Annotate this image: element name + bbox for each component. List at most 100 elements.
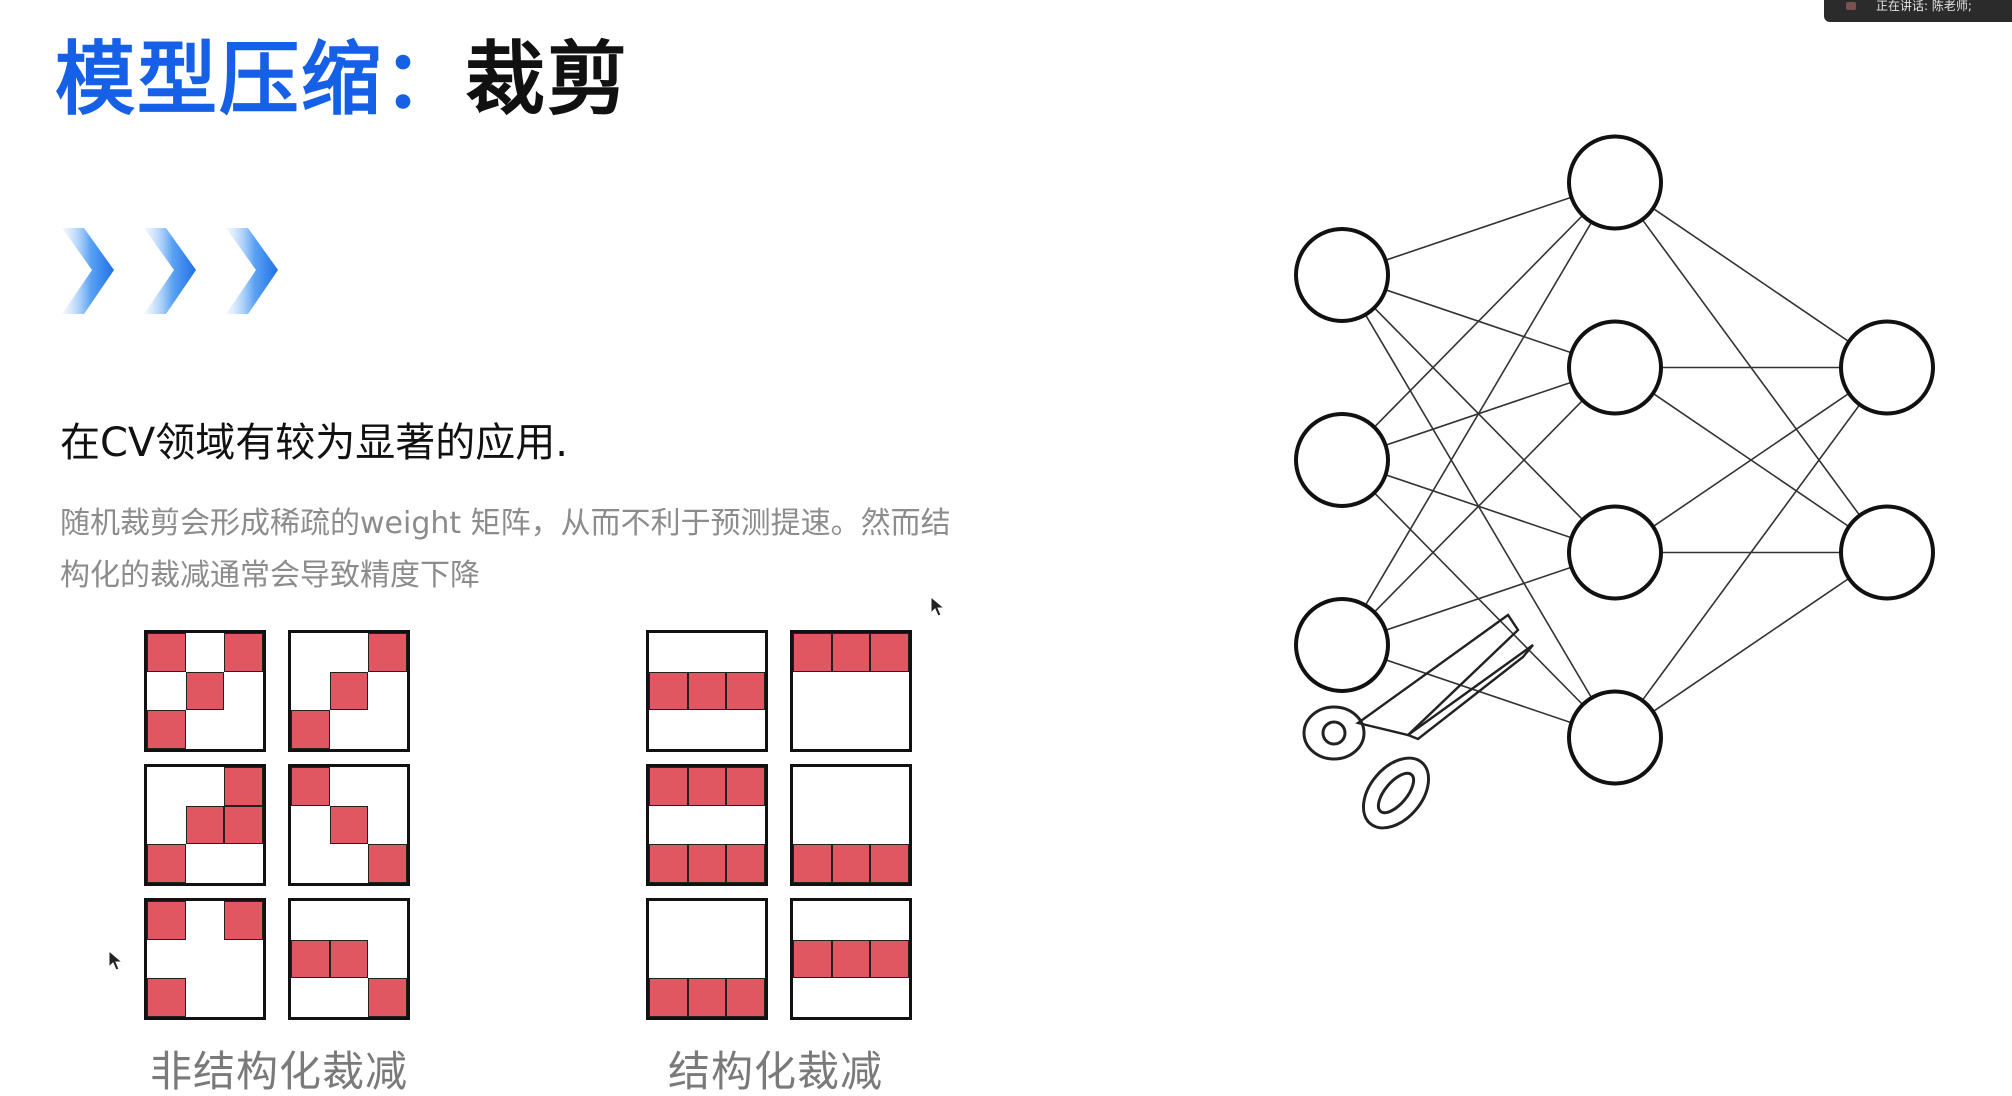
kept-weight-cell [185,978,225,1017]
kept-weight-cell [831,978,871,1017]
kept-weight-cell [726,633,765,672]
structured-weight-matrix [790,630,912,752]
network-connection [1614,181,1888,369]
kept-weight-cell [870,767,909,806]
pruned-weight-cell [649,844,688,883]
kept-weight-cell [329,978,369,1017]
kept-weight-cell [726,901,765,940]
kept-weight-cell [726,710,765,749]
kept-weight-cell [870,901,909,940]
title-separator: ： [383,33,465,126]
pruned-weight-cell [870,939,909,979]
kept-weight-cell [687,805,727,845]
kept-weight-cell [185,767,225,806]
pruned-weight-cell [224,767,263,806]
pruned-weight-cell [329,939,369,979]
kept-weight-cell [291,805,330,845]
pruned-weight-cell [726,767,765,806]
pruned-weight-cell [726,844,765,883]
pruned-weight-cell [687,671,727,711]
network-neuron-node [1567,134,1663,231]
kept-weight-cell [291,844,330,883]
kept-weight-cell [368,767,407,806]
network-connection [1341,366,1616,646]
network-neuron-node [1294,597,1390,693]
pruned-weight-cell [726,671,765,711]
kept-weight-cell [687,901,727,940]
structured-weight-matrix [646,630,768,752]
kept-weight-cell [793,710,832,749]
kept-weight-cell [726,805,765,845]
structured-pruning-grid [646,630,912,1020]
kept-weight-cell [329,901,369,940]
pruned-weight-cell [649,767,688,806]
kept-weight-cell [291,671,330,711]
kept-weight-cell [831,767,871,806]
pruned-weight-cell [368,633,407,672]
pruned-weight-cell [793,844,832,883]
pruned-weight-cell [368,844,407,883]
pruned-weight-cell [224,901,263,940]
kept-weight-cell [224,939,263,979]
kept-weight-cell [224,671,263,711]
network-connection [1341,181,1616,461]
pruned-weight-cell [687,978,727,1017]
kept-weight-cell [224,710,263,749]
kept-weight-cell [649,805,688,845]
network-neuron-node [1294,227,1390,323]
unstructured-weight-matrix [144,764,266,886]
pruned-weight-cell [649,671,688,711]
pruned-weight-cell [368,978,407,1017]
pruned-weight-cell [291,710,330,749]
unstructured-weight-matrix [144,630,266,752]
pruned-weight-cell [870,633,909,672]
description: 随机裁剪会形成稀疏的weight 矩阵，从而不利于预测提速。然而结构化的裁减通常… [60,506,951,593]
kept-weight-cell [368,901,407,940]
unstructured-weight-matrix [288,898,410,1020]
kept-weight-cell [687,710,727,749]
pruned-weight-cell [147,844,186,883]
network-neuron-node [1839,504,1935,601]
pruned-weight-cell [185,805,225,845]
network-neuron-node [1839,319,1935,416]
network-neuron-node [1294,412,1390,508]
mouse-cursor-icon [108,950,124,971]
pruned-weight-cell [831,939,871,979]
kept-weight-cell [649,633,688,672]
pruned-weight-cell [147,710,186,749]
kept-weight-cell [329,767,369,806]
pruned-weight-cell [185,671,225,711]
kept-weight-cell [185,901,225,940]
pruned-weight-cell [870,844,909,883]
kept-weight-cell [147,671,186,711]
kept-weight-cell [329,844,369,883]
kept-weight-cell [870,710,909,749]
kept-weight-cell [793,978,832,1017]
pruned-weight-cell [147,901,186,940]
kept-weight-cell [649,939,688,979]
title-rest: 裁剪 [465,33,629,126]
kept-weight-cell [185,939,225,979]
network-neuron-node [1567,689,1663,786]
pruned-weight-cell [224,805,263,845]
pruned-weight-cell [147,978,186,1017]
pruned-weight-cell [224,633,263,672]
structured-pruning-caption: 结构化裁减 [668,1047,884,1096]
kept-weight-cell [224,844,263,883]
kept-weight-cell [185,710,225,749]
pruned-weight-cell [687,767,727,806]
network-connection [1614,551,1888,739]
speaker-avatar-icon [1846,2,1856,10]
kept-weight-cell [185,844,225,883]
kept-weight-cell [687,939,727,979]
kept-weight-cell [831,901,871,940]
pruned-weight-cell [793,939,832,979]
mouse-cursor-icon [930,596,946,617]
kept-weight-cell [831,710,871,749]
kept-weight-cell [649,901,688,940]
kept-weight-cell [831,671,871,711]
unstructured-weight-matrix [288,764,410,886]
pruned-weight-cell [329,671,369,711]
unstructured-weight-matrix [144,898,266,1020]
title-highlight: 模型压缩 [55,33,383,126]
